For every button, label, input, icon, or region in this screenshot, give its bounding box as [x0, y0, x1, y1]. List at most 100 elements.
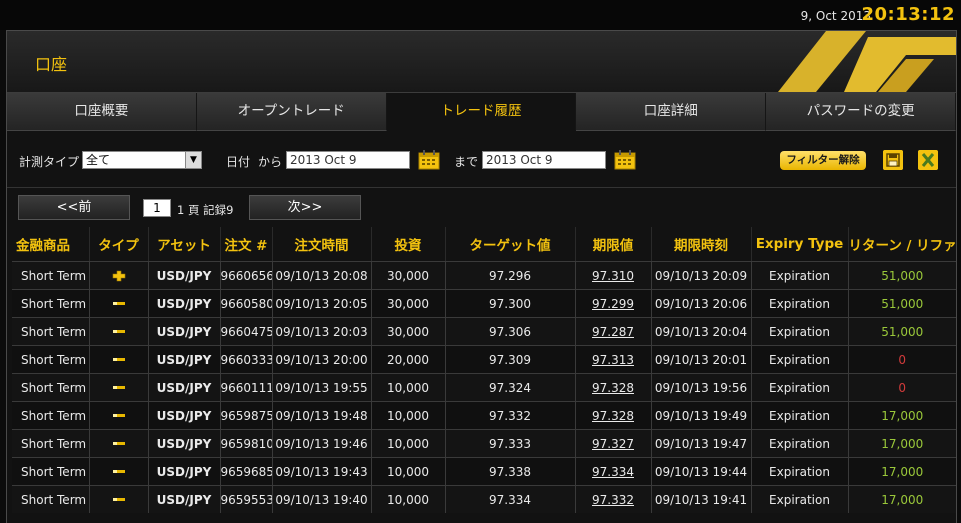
table-row: Short Term USD/JPY 9660475 09/10/13 20:03 30… [12, 317, 956, 346]
tab-change-password[interactable]: パスワードの変更 [766, 93, 956, 131]
prev-page-button[interactable]: <<前 [18, 195, 130, 220]
trade-type-cell [88, 485, 148, 513]
current-date: 9, Oct 2013 [800, 9, 871, 23]
tab-bar: 口座概要 オープントレード トレード履歴 口座詳細 パスワードの変更 [7, 93, 956, 131]
tab-trade-history[interactable]: トレード履歴 [386, 93, 577, 131]
order-cell: 9659875 [219, 401, 272, 430]
type-select-value: 全て [86, 153, 111, 167]
tab-open-trades[interactable]: オープントレード [196, 93, 387, 131]
to-date-input[interactable]: 2013 Oct 9 [482, 151, 606, 169]
target-cell: 97.334 [444, 485, 575, 513]
put-down-icon [112, 414, 125, 417]
order-cell: 9659685 [219, 457, 272, 486]
order-cell: 9659810 [219, 429, 272, 458]
expiry-type-cell: Expiration [750, 457, 848, 486]
invest-cell: 10,000 [370, 485, 445, 513]
call-up-icon [112, 270, 125, 282]
type-select[interactable]: 全て ▼ [82, 151, 202, 169]
expiry-value-cell[interactable]: 97.327 [574, 429, 651, 458]
target-cell: 97.324 [444, 373, 575, 402]
table-row: Short Term USD/JPY 9660111 09/10/13 19:55 10… [12, 373, 956, 402]
column-header[interactable]: 注文 # [219, 227, 272, 262]
column-header[interactable]: 注文時間 [271, 227, 371, 262]
next-page-button[interactable]: 次>> [249, 195, 361, 220]
expiry-value-cell[interactable]: 97.328 [574, 401, 651, 430]
trade-type-cell [88, 457, 148, 486]
time-cell: 09/10/13 20:05 [271, 289, 371, 318]
time-cell: 09/10/13 20:03 [271, 317, 371, 346]
column-header[interactable]: リターン / リファンド [847, 227, 956, 262]
calendar-icon[interactable] [418, 150, 440, 170]
tab-account-summary[interactable]: 口座概要 [7, 93, 197, 131]
expiry-value-cell[interactable]: 97.332 [574, 485, 651, 513]
asset-cell: USD/JPY [147, 289, 220, 318]
column-header[interactable]: 期限値 [574, 227, 651, 262]
filter-reset-button[interactable]: フィルター解除 [780, 151, 866, 170]
from-label: から [258, 155, 283, 169]
asset-cell: USD/JPY [147, 345, 220, 374]
put-down-icon [112, 498, 125, 501]
expiry-value-cell[interactable]: 97.328 [574, 373, 651, 402]
page-info: 1 頁 記録9 [177, 203, 234, 217]
expiry-type-cell: Expiration [750, 401, 848, 430]
expiry-value-cell[interactable]: 97.299 [574, 289, 651, 318]
expiry-time-cell: 09/10/13 20:09 [650, 261, 751, 290]
column-header[interactable]: ターゲット値 [444, 227, 575, 262]
table-header: 金融商品 タイプ アセット 注文 # 注文時間 投資 ターゲット値 期限値 期限… [12, 227, 956, 262]
table-row: Short Term USD/JPY 9660656 09/10/13 20:08 30… [12, 261, 956, 290]
target-cell: 97.306 [444, 317, 575, 346]
expiry-time-cell: 09/10/13 19:49 [650, 401, 751, 430]
asset-cell: USD/JPY [147, 401, 220, 430]
return-cell: 51,000 [847, 317, 956, 346]
return-cell: 51,000 [847, 289, 956, 318]
expiry-value-cell[interactable]: 97.334 [574, 457, 651, 486]
table-row: Short Term USD/JPY 9659553 09/10/13 19:40 10… [12, 485, 956, 513]
expiry-value-cell[interactable]: 97.313 [574, 345, 651, 374]
put-down-icon [112, 302, 125, 305]
time-cell: 09/10/13 19:40 [271, 485, 371, 513]
time-cell: 09/10/13 19:55 [271, 373, 371, 402]
from-date-input[interactable]: 2013 Oct 9 [286, 151, 410, 169]
expiry-value-cell[interactable]: 97.310 [574, 261, 651, 290]
asset-cell: USD/JPY [147, 485, 220, 513]
trade-type-cell [88, 429, 148, 458]
chevron-down-icon[interactable]: ▼ [185, 152, 201, 168]
calendar-icon[interactable] [614, 150, 636, 170]
column-header[interactable]: 投資 [370, 227, 445, 262]
page-number-input[interactable]: 1 [143, 199, 171, 217]
column-header[interactable]: Expiry Type [750, 227, 848, 262]
column-header[interactable]: 期限時刻 [650, 227, 751, 262]
product-cell: Short Term [12, 401, 89, 430]
column-header[interactable]: 金融商品 [12, 227, 89, 262]
target-cell: 97.333 [444, 429, 575, 458]
order-cell: 9659553 [219, 485, 272, 513]
time-cell: 09/10/13 19:43 [271, 457, 371, 486]
asset-cell: USD/JPY [147, 261, 220, 290]
expiry-time-cell: 09/10/13 20:04 [650, 317, 751, 346]
expiry-type-cell: Expiration [750, 261, 848, 290]
save-icon[interactable] [883, 150, 903, 170]
expiry-type-cell: Expiration [750, 345, 848, 374]
expiry-value-cell[interactable]: 97.287 [574, 317, 651, 346]
trade-type-cell [88, 373, 148, 402]
column-header[interactable]: アセット [147, 227, 220, 262]
tab-account-details[interactable]: 口座詳細 [576, 93, 767, 131]
return-cell: 51,000 [847, 261, 956, 290]
table-row: Short Term USD/JPY 9659685 09/10/13 19:43 10… [12, 457, 956, 486]
expiry-time-cell: 09/10/13 19:56 [650, 373, 751, 402]
column-header[interactable]: タイプ [88, 227, 148, 262]
invest-cell: 30,000 [370, 261, 445, 290]
expiry-time-cell: 09/10/13 20:06 [650, 289, 751, 318]
invest-cell: 20,000 [370, 345, 445, 374]
invest-cell: 10,000 [370, 457, 445, 486]
order-cell: 9660656 [219, 261, 272, 290]
return-cell: 0 [847, 345, 956, 374]
asset-cell: USD/JPY [147, 457, 220, 486]
product-cell: Short Term [12, 429, 89, 458]
export-excel-icon[interactable] [918, 150, 938, 170]
trade-type-cell [88, 289, 148, 318]
order-cell: 9660580 [219, 289, 272, 318]
panel-header: 口座 [7, 31, 956, 93]
target-cell: 97.309 [444, 345, 575, 374]
trade-type-cell [88, 261, 148, 290]
